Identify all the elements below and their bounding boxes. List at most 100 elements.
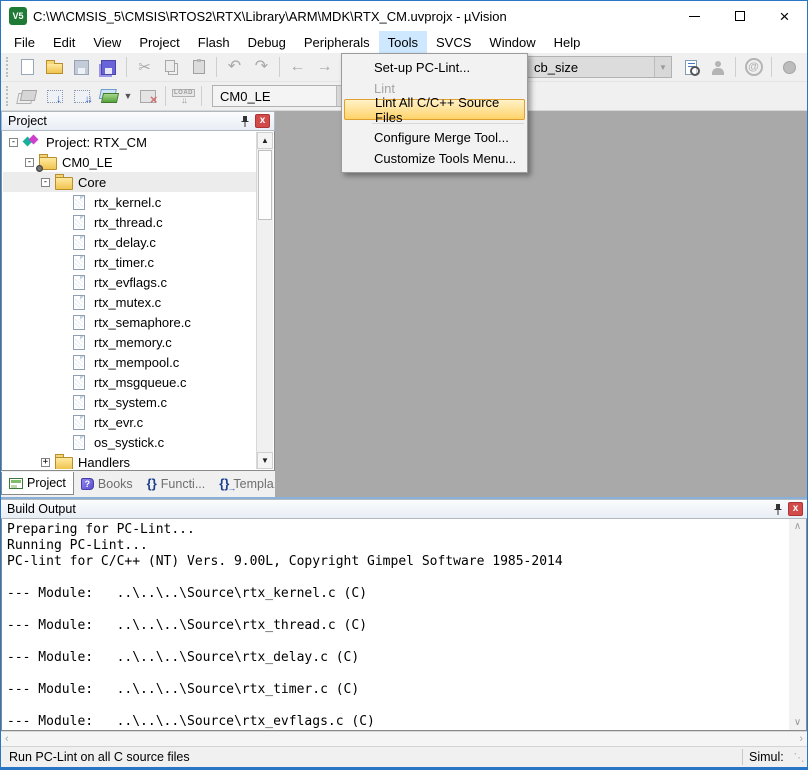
tools-menu-item[interactable]: Set-up PC-Lint... xyxy=(344,57,525,78)
scroll-down-icon[interactable]: ▼ xyxy=(257,452,273,469)
toolbar-grip[interactable] xyxy=(6,57,10,77)
menu-item-window[interactable]: Window xyxy=(480,31,544,53)
minimize-button[interactable] xyxy=(672,1,717,31)
menu-item-edit[interactable]: Edit xyxy=(44,31,84,53)
tree-item-rtx-memory-c[interactable]: rtx_memory.c xyxy=(3,332,256,352)
toolbar-grip[interactable] xyxy=(6,86,10,106)
tree-item-rtx-msgqueue-c[interactable]: rtx_msgqueue.c xyxy=(3,372,256,392)
translate-button[interactable] xyxy=(15,85,40,108)
batch-build-dropdown[interactable]: ▼ xyxy=(122,91,134,101)
navigate-back-button[interactable]: ← xyxy=(285,56,310,79)
cut-button[interactable]: ✂ xyxy=(132,56,157,79)
scrollbar-thumb[interactable] xyxy=(258,150,272,220)
tree-item-cm0-le[interactable]: -CM0_LE xyxy=(3,152,256,172)
collapse-icon[interactable]: - xyxy=(25,158,34,167)
search-combobox[interactable]: cb_size ▼ xyxy=(526,56,672,78)
menu-item-project[interactable]: Project xyxy=(130,31,188,53)
tab-functi-[interactable]: {}Functi... xyxy=(140,472,213,495)
menu-item-flash[interactable]: Flash xyxy=(189,31,239,53)
save-all-button[interactable] xyxy=(96,56,121,79)
menu-item-peripherals[interactable]: Peripherals xyxy=(295,31,379,53)
download-button[interactable]: LOAD↓↓ xyxy=(171,85,196,108)
paste-button[interactable] xyxy=(186,56,211,79)
file-icon xyxy=(73,295,85,310)
scroll-down-icon[interactable]: ∨ xyxy=(794,717,801,728)
menu-item-view[interactable]: View xyxy=(84,31,130,53)
close-panel-icon[interactable]: x xyxy=(255,114,270,128)
collapse-icon[interactable]: - xyxy=(41,178,50,187)
expand-icon[interactable]: + xyxy=(41,458,50,467)
tree-item-project-rtx-cm[interactable]: -Project: RTX_CM xyxy=(3,132,256,152)
menu-item-file[interactable]: File xyxy=(5,31,44,53)
new-file-button[interactable] xyxy=(15,56,40,79)
close-panel-icon[interactable]: x xyxy=(788,502,803,516)
redo-icon: ↷ xyxy=(255,59,268,75)
tools-menu-item[interactable]: Configure Merge Tool... xyxy=(344,127,525,148)
scroll-left-icon[interactable]: ‹ xyxy=(5,733,9,745)
save-icon xyxy=(74,60,89,75)
tree-item-handlers[interactable]: + Handlers xyxy=(3,452,256,469)
tab-books[interactable]: Books xyxy=(74,472,140,495)
find-in-files-button[interactable] xyxy=(678,56,703,79)
close-button[interactable]: × xyxy=(762,1,807,31)
output-hscrollbar[interactable]: ‹ › xyxy=(1,731,807,746)
build-icon xyxy=(47,90,63,103)
file-icon xyxy=(73,375,85,390)
redo-button[interactable]: ↷ xyxy=(249,56,274,79)
save-all-icon xyxy=(101,60,116,75)
tree-item-rtx-thread-c[interactable]: rtx_thread.c xyxy=(3,212,256,232)
collapse-icon[interactable]: - xyxy=(9,138,18,147)
tree-item-rtx-mutex-c[interactable]: rtx_mutex.c xyxy=(3,292,256,312)
stop-build-button[interactable] xyxy=(135,85,160,108)
panel-tabs: ProjectBooks{}Functi...{}Templa... xyxy=(1,471,275,497)
folder-closed-icon xyxy=(55,456,72,470)
navigate-forward-button[interactable]: → xyxy=(312,56,337,79)
menu-item-tools[interactable]: Tools xyxy=(379,31,427,53)
scroll-up-icon[interactable]: ▲ xyxy=(257,132,273,149)
copy-icon xyxy=(165,60,175,72)
menu-item-help[interactable]: Help xyxy=(545,31,590,53)
tree-item-os-systick-c[interactable]: os_systick.c xyxy=(3,432,256,452)
tree-item-rtx-delay-c[interactable]: rtx_delay.c xyxy=(3,232,256,252)
braces-arrow-icon: {} xyxy=(219,476,229,491)
chevron-down-icon[interactable]: ▼ xyxy=(654,57,671,77)
file-icon xyxy=(73,435,85,450)
tab-project[interactable]: Project xyxy=(1,472,74,495)
target-icon xyxy=(39,156,56,171)
project-panel-header: Project x xyxy=(1,111,275,131)
tree-scrollbar[interactable]: ▲ ▼ xyxy=(256,132,273,469)
menu-item-debug[interactable]: Debug xyxy=(239,31,295,53)
batch-build-button[interactable] xyxy=(96,85,121,108)
configure-target-button[interactable] xyxy=(705,56,730,79)
tree-item-rtx-semaphore-c[interactable]: rtx_semaphore.c xyxy=(3,312,256,332)
tree-item-core[interactable]: -Core xyxy=(3,172,256,192)
scroll-right-icon[interactable]: › xyxy=(799,733,803,745)
copy-button[interactable] xyxy=(159,56,184,79)
pin-icon[interactable] xyxy=(240,115,250,128)
resize-grip[interactable]: ⋱ xyxy=(791,751,807,764)
menu-item-svcs[interactable]: SVCS xyxy=(427,31,480,53)
save-button[interactable] xyxy=(69,56,94,79)
tools-menu-item[interactable]: Lint All C/C++ Source Files xyxy=(344,99,525,120)
tree-item-rtx-kernel-c[interactable]: rtx_kernel.c xyxy=(3,192,256,212)
open-file-button[interactable] xyxy=(42,56,67,79)
tree-item-rtx-evflags-c[interactable]: rtx_evflags.c xyxy=(3,272,256,292)
tree-item-label: Handlers xyxy=(78,455,130,470)
tree-item-rtx-evr-c[interactable]: rtx_evr.c xyxy=(3,412,256,432)
rebuild-button[interactable] xyxy=(69,85,94,108)
debug-session-button[interactable]: @ xyxy=(741,56,766,79)
tree-item-rtx-timer-c[interactable]: rtx_timer.c xyxy=(3,252,256,272)
tree-item-rtx-mempool-c[interactable]: rtx_mempool.c xyxy=(3,352,256,372)
undo-button[interactable]: ↶ xyxy=(222,56,247,79)
file-icon xyxy=(73,415,85,430)
output-scrollbar[interactable]: ∧ ∨ xyxy=(789,519,806,730)
tree-item-rtx-system-c[interactable]: rtx_system.c xyxy=(3,392,256,412)
record-button[interactable] xyxy=(777,56,802,79)
maximize-button[interactable] xyxy=(717,1,762,31)
target-select[interactable]: CM0_LE ▼ xyxy=(212,85,354,107)
scroll-up-icon[interactable]: ∧ xyxy=(794,521,801,532)
tools-menu-item[interactable]: Customize Tools Menu... xyxy=(344,148,525,169)
open-folder-icon xyxy=(46,63,63,74)
pin-icon[interactable] xyxy=(773,503,783,516)
build-button[interactable] xyxy=(42,85,67,108)
